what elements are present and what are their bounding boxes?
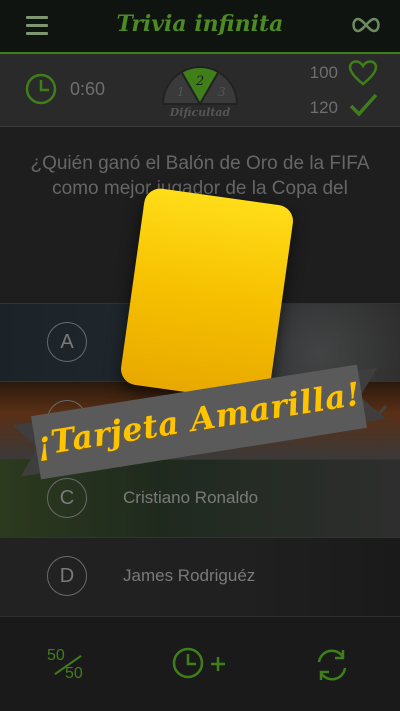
clock-icon [25, 73, 57, 105]
answer-text-c: Cristiano Ronaldo [123, 488, 259, 507]
answer-letter-a: A [47, 322, 87, 362]
answer-letter-d: D [47, 556, 87, 596]
fifty-bottom-label: 50 [65, 665, 83, 682]
answer-option-d[interactable]: D James Rodriguéz [0, 537, 400, 616]
answer-text-d: James Rodriguéz [123, 566, 256, 585]
difficulty-level-1: 1 [177, 85, 185, 99]
lifeline-bar: 50 50 [0, 616, 400, 711]
difficulty-meter: 1 2 3 Dificultad [155, 60, 245, 126]
check-icon [349, 93, 378, 117]
infinity-icon[interactable] [350, 16, 382, 34]
top-bar: Trivia infinita [0, 0, 400, 54]
fifty-fifty-button[interactable]: 50 50 [40, 645, 96, 685]
difficulty-level-2: 2 [195, 74, 204, 89]
app-title: Trivia infinita [116, 11, 284, 37]
status-bar: 0:60 1 2 3 Dificultad 100 120 [0, 54, 400, 127]
heart-icon [348, 60, 378, 86]
clock-plus-icon[interactable] [170, 643, 230, 683]
correct-count: 120 [309, 98, 338, 117]
swap-icon[interactable] [312, 645, 352, 685]
score-value: 100 [309, 63, 338, 82]
difficulty-label: Dificultad [169, 106, 231, 119]
fifty-top-label: 50 [47, 647, 65, 664]
timer-text: 0:60 [70, 79, 106, 99]
difficulty-level-3: 3 [218, 85, 226, 99]
